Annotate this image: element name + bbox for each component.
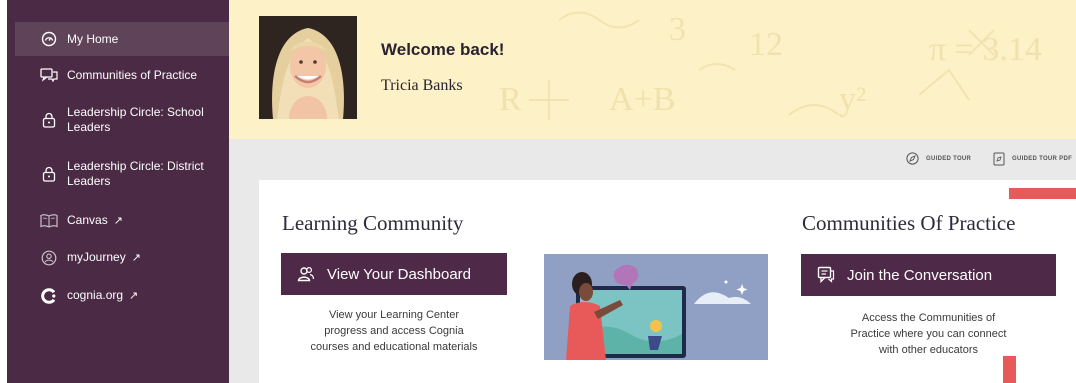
guided-tour-link[interactable]: GUIDED TOUR [906, 152, 971, 165]
sidebar-item-myjourney[interactable]: myJourney ↗ [15, 247, 236, 269]
person-circle-icon [40, 249, 58, 267]
sidebar-item-label: Communities of Practice [67, 67, 198, 82]
accent-marker [1003, 356, 1016, 383]
compass-icon [906, 152, 919, 165]
people-icon [297, 265, 315, 283]
svg-text:π = 3.14: π = 3.14 [929, 31, 1042, 68]
communities-title: Communities Of Practice [802, 211, 1016, 235]
svg-text:3: 3 [669, 11, 686, 48]
cognia-logo-icon [40, 287, 58, 305]
guided-tour-pdf-link[interactable]: GUIDED TOUR PDF [993, 152, 1072, 166]
sidebar-item-label: Canvas ↗ [67, 213, 123, 227]
chat-icon [40, 66, 58, 84]
sidebar-item-district-leaders[interactable]: Leadership Circle: District Leaders [15, 154, 236, 194]
svg-text:A+B: A+B [609, 81, 675, 118]
external-link-icon: ↗ [113, 215, 123, 227]
book-icon [40, 212, 58, 230]
external-link-icon: ↗ [131, 252, 141, 264]
sidebar: My Home Communities of Practice Leadersh… [0, 0, 236, 383]
sidebar-item-label: cognia.org ↗ [67, 288, 139, 302]
lock-icon [40, 111, 58, 129]
avatar [259, 16, 357, 119]
accent-marker [1009, 188, 1076, 199]
pdf-document-icon [993, 152, 1005, 166]
communities-description: Access the Communities of Practice where… [850, 312, 1007, 356]
user-name: Tricia Banks [381, 77, 463, 94]
sidebar-item-label: Leadership Circle: District Leaders [67, 159, 204, 188]
lock-icon [40, 165, 58, 183]
welcome-banner: R A+B 12 y² π = 3.14 3 Welcome back! Tri… [229, 0, 1076, 139]
sidebar-item-label: Leadership Circle: School Leaders [67, 105, 204, 134]
sidebar-item-cognia[interactable]: cognia.org ↗ [15, 285, 236, 307]
sidebar-item-school-leaders[interactable]: Leadership Circle: School Leaders [15, 100, 236, 140]
chat-bubble-icon [817, 266, 835, 284]
learning-community-description: View your Learning Center progress and a… [310, 309, 478, 353]
join-conversation-button[interactable]: Join the Conversation [801, 254, 1056, 296]
sidebar-item-communities[interactable]: Communities of Practice [15, 60, 236, 90]
welcome-heading: Welcome back! [381, 40, 505, 59]
teacher-illustration [544, 254, 768, 360]
svg-text:R: R [499, 81, 522, 118]
gauge-icon [40, 30, 58, 48]
svg-text:y²: y² [839, 81, 866, 118]
svg-text:12: 12 [749, 26, 783, 63]
sidebar-item-label: myJourney ↗ [67, 250, 141, 264]
external-link-icon: ↗ [129, 290, 139, 302]
sidebar-item-label: My Home [67, 31, 119, 46]
sidebar-item-canvas[interactable]: Canvas ↗ [15, 210, 236, 232]
view-dashboard-button[interactable]: View Your Dashboard [281, 253, 507, 295]
sidebar-item-my-home[interactable]: My Home [15, 22, 236, 56]
learning-community-title: Learning Community [282, 211, 464, 235]
content-card: Learning Community View Your Dashboard V… [259, 180, 1076, 383]
